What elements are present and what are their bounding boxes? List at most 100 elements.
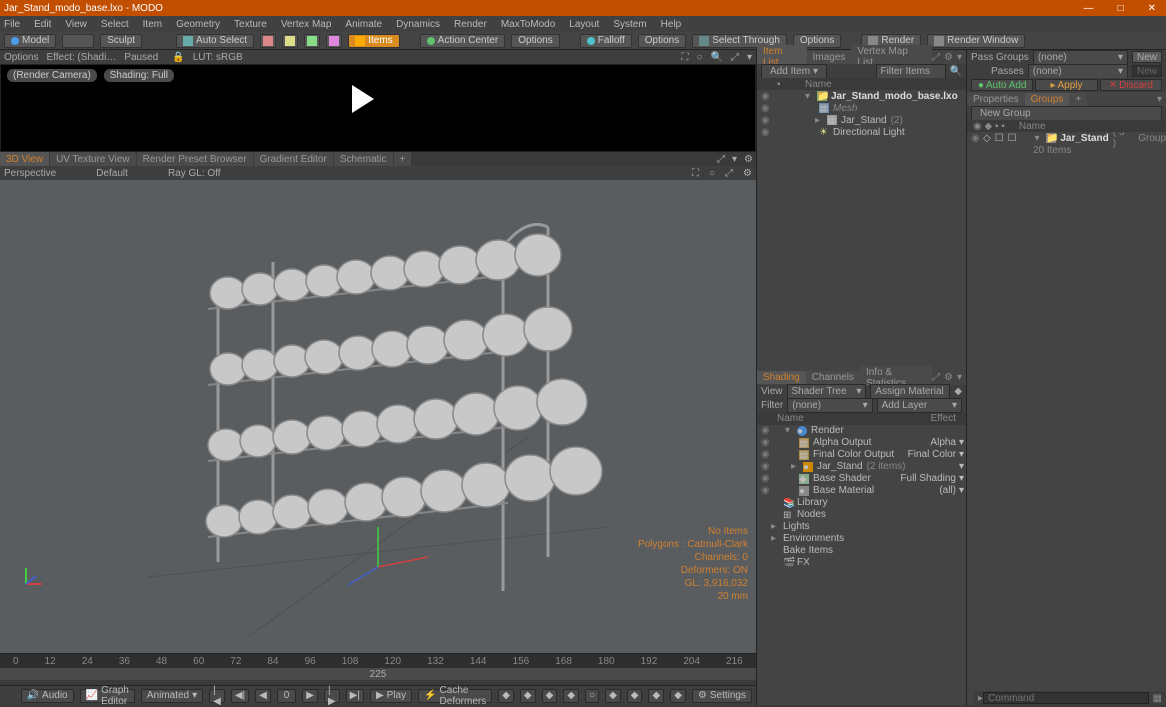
animated-dropdown[interactable]: Animated ▾ (141, 689, 203, 703)
menu-maxtomodo[interactable]: MaxToModo (501, 19, 555, 30)
shader-jarstand[interactable]: ◉▸ ● Jar_Stand (2 items)▾ (757, 461, 966, 473)
sel-vert-button[interactable] (260, 34, 276, 48)
grapheditor-button[interactable]: 📈Graph Editor (80, 689, 135, 703)
passes-dropdown[interactable]: (none)▾ (1028, 64, 1128, 79)
command-exec-button[interactable]: ▦ (1153, 693, 1162, 704)
shader-library[interactable]: 📚Library (757, 497, 966, 509)
panel-icon-s1[interactable]: ⤢ (932, 372, 940, 383)
shader-nodes[interactable]: ⊞Nodes (757, 509, 966, 521)
menu-edit[interactable]: Edit (34, 19, 51, 30)
menu-select[interactable]: Select (101, 19, 129, 30)
key-icon-4[interactable]: ◆ (563, 689, 579, 703)
play-icon[interactable] (352, 85, 374, 113)
menu-render[interactable]: Render (454, 19, 487, 30)
goto-start-button[interactable]: |◀ (209, 689, 225, 703)
autoadd-button[interactable]: ●Auto Add (971, 79, 1033, 91)
next-key-button[interactable]: |▶ (324, 689, 340, 703)
render-view-icon-4[interactable]: ⤢ (731, 52, 739, 63)
addlayer-dropdown[interactable]: Add Layer▾ (877, 398, 962, 413)
current-frame-input[interactable]: 0 (277, 689, 296, 703)
discard-button[interactable]: ✕Discard (1100, 79, 1162, 91)
default-dropdown[interactable]: Default (96, 168, 128, 179)
timeline-slider[interactable]: 225 (0, 668, 756, 680)
options-button-1[interactable]: Options (511, 34, 559, 48)
tree-jarstand[interactable]: ◉ ▸ ▦ Jar_Stand (2) (757, 114, 966, 126)
render-paused[interactable]: Paused (124, 52, 158, 63)
viewtab-icon-3[interactable]: ⚙ (741, 154, 756, 165)
menu-item[interactable]: Item (143, 19, 162, 30)
key-icon-9[interactable]: ◆ (670, 689, 686, 703)
tab-schematic[interactable]: Schematic (334, 152, 393, 166)
menu-file[interactable]: File (4, 19, 20, 30)
render-view-icon-5[interactable]: ▾ (747, 52, 752, 63)
key-icon-5[interactable]: ○ (585, 689, 599, 703)
key-icon-6[interactable]: ◆ (605, 689, 621, 703)
visibility-icon[interactable]: ◉ (761, 103, 769, 114)
command-input[interactable] (983, 692, 1149, 704)
render-view-icon-2[interactable]: ○ (696, 52, 702, 63)
f2-button[interactable] (62, 34, 94, 48)
menu-dynamics[interactable]: Dynamics (396, 19, 440, 30)
settings-button[interactable]: ⚙Settings (692, 689, 752, 703)
filter-none-dropdown[interactable]: (none)▾ (787, 398, 872, 413)
tab-images[interactable]: Images (807, 51, 852, 64)
minimize-button[interactable]: — (1078, 3, 1100, 14)
menu-animate[interactable]: Animate (345, 19, 382, 30)
cache-deformers-button[interactable]: ⚡Cache Deformers (418, 689, 492, 703)
render-shading-label[interactable]: Shading: Full (104, 69, 174, 82)
3d-viewport[interactable]: No Items Polygons : Catmull-Clark Channe… (0, 180, 756, 653)
render-view-icon-1[interactable]: ⛶ (681, 52, 688, 63)
shader-tree[interactable]: ◉▾ ● Render ◉ ▦ Alpha Output Alpha▾ ◉ ▦ … (757, 425, 966, 706)
prev-key-button[interactable]: ◀| (231, 689, 249, 703)
shader-baseshader[interactable]: ◉ ◆ Base Shader Full Shading▾ (757, 473, 966, 485)
panel-icon-p1[interactable]: ▾ (1157, 94, 1162, 105)
key-icon-8[interactable]: ◆ (648, 689, 664, 703)
tab-properties[interactable]: Properties (967, 93, 1025, 106)
shadertree-dropdown[interactable]: Shader Tree▾ (787, 384, 867, 399)
action-center-button[interactable]: Action Center (420, 34, 506, 48)
tree-mesh[interactable]: ◉ ▦ Mesh (757, 102, 966, 114)
render-options[interactable]: Options (4, 52, 38, 63)
group-items-count[interactable]: 20 Items (967, 144, 1166, 156)
menu-geometry[interactable]: Geometry (176, 19, 220, 30)
tab-add-props[interactable]: + (1069, 93, 1087, 106)
viewtab-icon-2[interactable]: ▾ (729, 154, 740, 165)
shader-fx[interactable]: 🎬FX (757, 557, 966, 569)
key-icon-7[interactable]: ◆ (627, 689, 643, 703)
panel-icon-s2[interactable]: ⚙ (944, 372, 953, 383)
tab-add[interactable]: + (394, 152, 412, 166)
panel-icon-3[interactable]: ▾ (957, 52, 962, 63)
assign-icon[interactable]: ◆ (954, 386, 962, 397)
maximize-button[interactable]: □ (1112, 3, 1130, 14)
autoselect-button[interactable]: Auto Select (176, 34, 254, 48)
groups-tree[interactable]: ◉◇☐☐ ▾ 📁 Jar_Stand ( 3 ) Group 20 Items (967, 132, 1166, 705)
shader-environments[interactable]: ▸Environments (757, 533, 966, 545)
panel-icon-1[interactable]: ⤢ (932, 52, 940, 63)
shader-bakeitems[interactable]: Bake Items (757, 545, 966, 557)
menu-texture[interactable]: Texture (234, 19, 267, 30)
shader-alpha-output[interactable]: ◉ ▦ Alpha Output Alpha▾ (757, 437, 966, 449)
tab-gradienteditor[interactable]: Gradient Editor (254, 152, 333, 166)
menu-layout[interactable]: Layout (569, 19, 599, 30)
next-frame-button[interactable]: ▶ (302, 689, 318, 703)
visibility-icon[interactable]: ◉ (761, 115, 769, 126)
visibility-icon[interactable]: ◉ (761, 91, 769, 102)
filter-items-input[interactable]: Filter Items (876, 64, 946, 79)
tab-renderpreset[interactable]: Render Preset Browser (137, 152, 253, 166)
menu-vertexmap[interactable]: Vertex Map (281, 19, 332, 30)
play-button[interactable]: ▶Play (370, 689, 412, 703)
tab-groups[interactable]: Groups (1025, 93, 1070, 106)
tab-shading[interactable]: Shading (757, 371, 806, 384)
falloff-button[interactable]: Falloff (580, 34, 632, 48)
tab-uvtexture[interactable]: UV Texture View (50, 152, 136, 166)
render-effect[interactable]: Effect: (Shadi… (46, 52, 116, 63)
sel-poly-button[interactable] (304, 34, 320, 48)
shader-finalcolor-output[interactable]: ◉ ▦ Final Color Output Final Color▾ (757, 449, 966, 461)
prev-frame-button[interactable]: ◀ (255, 689, 271, 703)
options-button-2[interactable]: Options (638, 34, 686, 48)
render-camera-label[interactable]: (Render Camera) (7, 69, 97, 82)
passgroups-dropdown[interactable]: (none)▾ (1033, 50, 1128, 65)
item-tree[interactable]: ◉ ▾ 📁 Jar_Stand_modo_base.lxo ◉ ▦ Mesh ◉… (757, 90, 966, 371)
items-mode-button[interactable]: Items (348, 34, 399, 48)
tree-scene-root[interactable]: ◉ ▾ 📁 Jar_Stand_modo_base.lxo (757, 90, 966, 102)
